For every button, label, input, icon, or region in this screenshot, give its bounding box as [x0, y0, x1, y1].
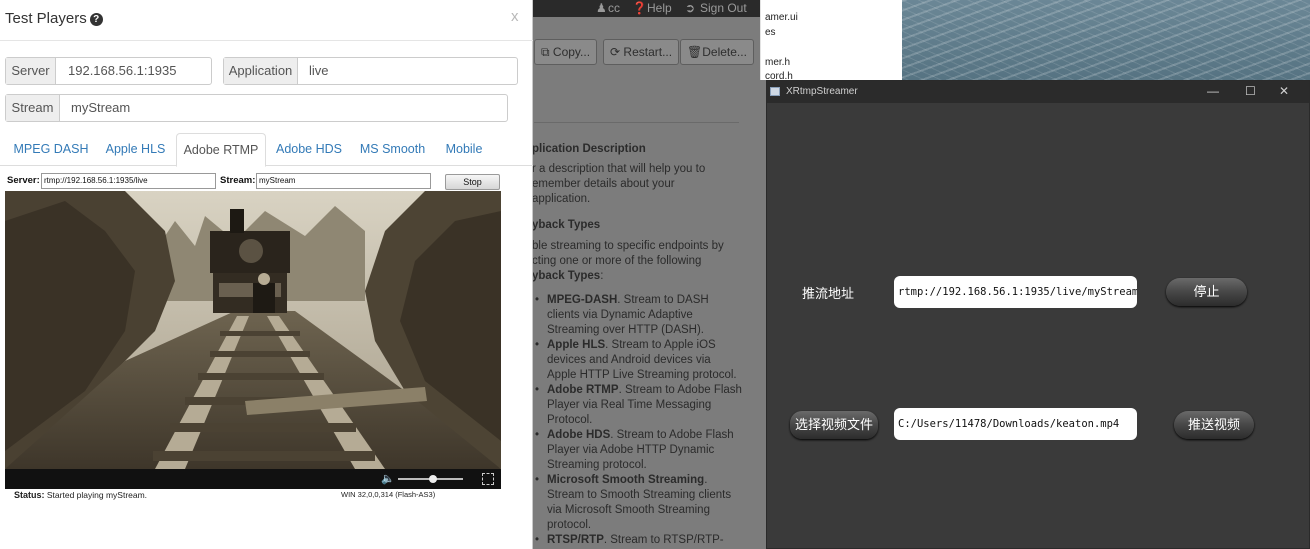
file-item[interactable]: amer.ui: [765, 12, 798, 23]
server-input[interactable]: 192.168.56.1:1935: [68, 58, 176, 84]
volume-slider-handle[interactable]: [429, 475, 437, 483]
stream-label: Stream: [6, 95, 60, 121]
list-item: MPEG-DASH. Stream to DASH clients via Dy…: [532, 293, 742, 338]
copy-label: Copy...: [552, 45, 591, 59]
trash-icon: 🗑: [687, 45, 703, 59]
background-manager-page: ♟ cc ❓ Help ➲ Sign Out ⧉ Copy... ⟳ Resta…: [520, 0, 768, 549]
xrtmpstreamer-window: XRtmpStreamer — ☐ ✕ 推流地址 rtmp://192.168.…: [766, 80, 1310, 549]
player-server-input[interactable]: rtmp://192.168.56.1:1935/live: [41, 173, 216, 189]
playback-intro: ble streaming to specific endpoints by c…: [532, 240, 724, 282]
application-input-group: Application live: [223, 57, 518, 85]
copy-icon: ⧉: [541, 45, 550, 59]
server-label: Server: [6, 58, 56, 84]
playback-intro-bold: yback Types: [532, 270, 601, 282]
close-button[interactable]: x: [511, 8, 519, 25]
modal-title-text: Test Players: [5, 10, 87, 27]
list-item: Apple HLS. Stream to Apple iOS devices a…: [532, 338, 742, 383]
app-icon: [770, 87, 780, 96]
file-item[interactable]: es: [765, 27, 776, 38]
window-title: XRtmpStreamer: [786, 86, 858, 97]
player-tabs: MPEG DASH Apple HLS Adobe RTMP Adobe HDS…: [0, 133, 533, 167]
tab-ms-smooth[interactable]: MS Smooth: [352, 133, 433, 166]
signout-icon: ➲: [685, 1, 696, 15]
player-stream-input[interactable]: myStream: [256, 173, 431, 189]
status-value: Started playing myStream.: [46, 490, 148, 500]
player-server-label: Server:: [7, 175, 40, 186]
help-icon: ❓: [632, 1, 647, 15]
playback-heading: yback Types: [532, 219, 601, 231]
player-status: Status: Started playing myStream.: [14, 490, 147, 500]
help-icon[interactable]: ?: [89, 13, 103, 26]
video-frame-image: [5, 191, 501, 469]
modal-title: Test Players?: [5, 10, 103, 27]
server-input-group: Server 192.168.56.1:1935: [5, 57, 212, 85]
choose-file-button[interactable]: 选择视频文件: [790, 411, 878, 439]
restart-icon: ⟳: [610, 45, 621, 59]
description-text: r a description that will help you to em…: [532, 163, 706, 205]
test-players-modal: Test Players? x Server 192.168.56.1:1935…: [0, 0, 533, 549]
volume-icon[interactable]: 🔈: [381, 472, 395, 485]
file-explorer-fragment: amer.ui es mer.h cord.h: [760, 0, 902, 82]
push-url-field[interactable]: rtmp://192.168.56.1:1935/live/myStream: [894, 276, 1137, 308]
list-item: RTSP/RTP. Stream to RTSP/RTP-based playe…: [532, 533, 742, 549]
close-icon[interactable]: ✕: [1279, 84, 1289, 98]
push-video-button[interactable]: 推送视频: [1174, 411, 1254, 439]
user-icon: ♟: [596, 1, 607, 15]
description-heading: plication Description: [532, 143, 646, 155]
maximize-icon[interactable]: ☐: [1245, 84, 1256, 98]
tab-mobile[interactable]: Mobile: [439, 133, 489, 166]
player-control-bar: 🔈: [5, 469, 501, 489]
stream-input-group: Stream myStream: [5, 94, 508, 122]
application-label: Application: [224, 58, 298, 84]
tab-adobe-rtmp[interactable]: Adobe RTMP: [176, 133, 266, 167]
minimize-icon[interactable]: —: [1207, 84, 1219, 98]
desktop: ♟ cc ❓ Help ➲ Sign Out ⧉ Copy... ⟳ Resta…: [0, 0, 1310, 549]
copy-button[interactable]: ⧉ Copy...: [534, 39, 598, 65]
divider: [534, 122, 739, 123]
stop-stream-button[interactable]: 停止: [1166, 278, 1247, 306]
file-path-field[interactable]: C:/Users/11478/Downloads/keaton.mp4: [894, 408, 1137, 440]
modal-header-divider: [0, 40, 533, 41]
application-input[interactable]: live: [309, 58, 329, 84]
playback-intro-text: ble streaming to specific endpoints by c…: [532, 240, 724, 267]
fullscreen-icon[interactable]: [482, 473, 494, 485]
description-section: plication Description r a description th…: [532, 142, 760, 549]
video-frame[interactable]: [5, 191, 501, 469]
playback-list: MPEG-DASH. Stream to DASH clients via Dy…: [532, 293, 742, 549]
user-name[interactable]: cc: [608, 1, 620, 15]
tab-apple-hls[interactable]: Apple HLS: [98, 133, 173, 166]
tab-adobe-hds[interactable]: Adobe HDS: [270, 133, 348, 166]
delete-label: Delete...: [702, 45, 747, 59]
status-label: Status:: [14, 490, 45, 500]
signout-link[interactable]: Sign Out: [700, 1, 747, 15]
manager-topbar: ♟ cc ❓ Help ➲ Sign Out: [520, 0, 768, 17]
tab-mpeg-dash[interactable]: MPEG DASH: [8, 133, 94, 166]
file-item[interactable]: mer.h: [765, 57, 790, 68]
stream-input[interactable]: myStream: [71, 95, 130, 121]
help-link[interactable]: Help: [647, 1, 672, 15]
window-titlebar[interactable]: XRtmpStreamer — ☐ ✕: [767, 81, 1309, 103]
player-stream-label: Stream:: [220, 175, 256, 186]
restart-label: Restart...: [623, 45, 673, 59]
player-stop-button[interactable]: Stop: [445, 174, 500, 190]
list-item: Adobe HDS. Stream to Adobe Flash Player …: [532, 428, 742, 473]
list-item: Adobe RTMP. Stream to Adobe Flash Player…: [532, 383, 742, 428]
restart-button[interactable]: ⟳ Restart...: [603, 39, 680, 65]
push-url-label: 推流地址: [802, 286, 855, 301]
player-version: WIN 32,0,0,314 (Flash-AS3): [341, 490, 436, 499]
delete-button[interactable]: 🗑Delete...: [680, 39, 754, 65]
list-item: Microsoft Smooth Streaming. Stream to Sm…: [532, 473, 742, 533]
